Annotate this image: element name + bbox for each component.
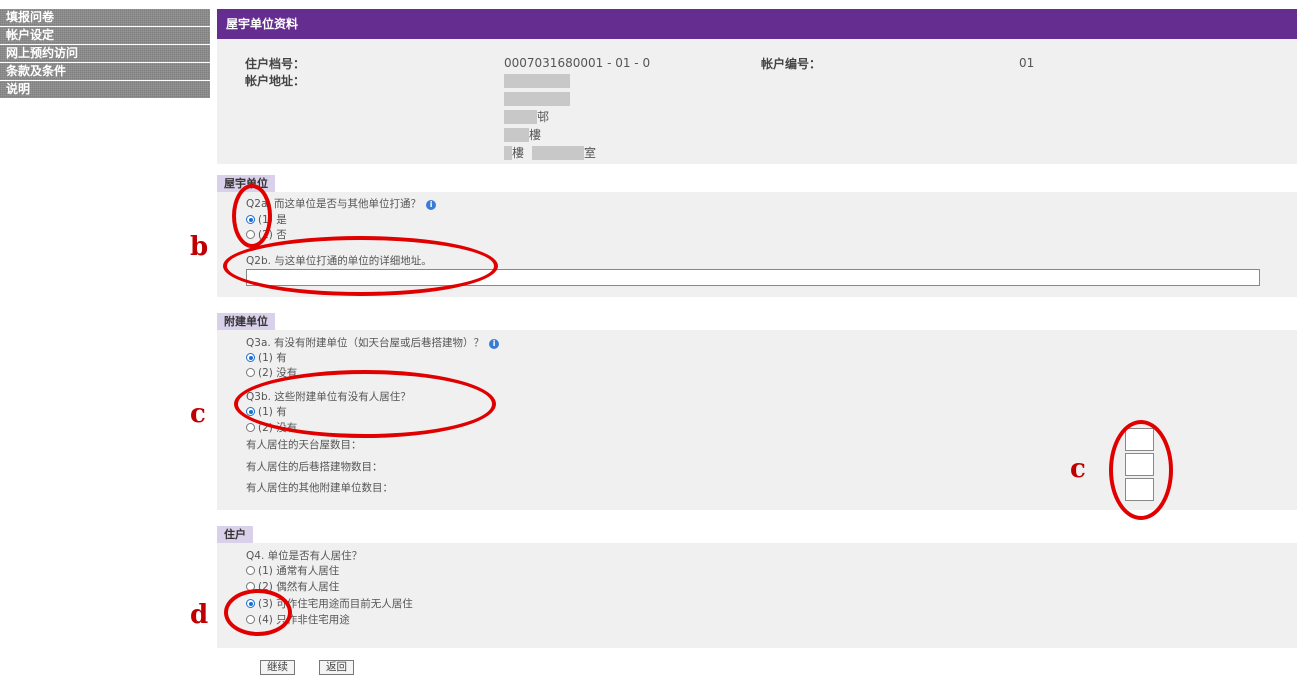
radio-icon[interactable] [246,368,255,377]
annotation-letter-b: b [190,232,209,262]
count-rooftop-label: 有人居住的天台屋数目： [246,439,362,451]
q4-option-1[interactable]: (1) 通常有人居住 [246,565,339,578]
q4-question: Q4. 单位是否有人居住？ [246,550,363,562]
section-tab-household: 住户 [217,526,253,543]
address-line-5: 樓室 [504,146,596,160]
annotation-letter-c-right: c [1070,454,1086,484]
info-icon[interactable]: i [489,339,500,349]
menu-item-questionnaire[interactable]: 填报问卷 [0,9,210,26]
back-button[interactable]: 返回 [319,660,354,675]
radio-icon[interactable] [246,566,255,575]
radio-selected-icon[interactable] [246,353,255,362]
radio-icon[interactable] [246,423,255,432]
annotation-ellipse-q4 [224,589,292,636]
annotation-circle-q2a [232,184,272,248]
section-household: Q4. 单位是否有人居住？ (1) 通常有人居住 (2) 偶然有人居住 (3) … [217,543,1297,648]
q3a-question: Q3a. 有没有附建单位（如天台屋或后巷搭建物）？ i [246,337,500,350]
account-panel: 住户档号： 0007031680001 - 01 - 0 帐户编号： 01 帐户… [217,39,1297,164]
section-tab-annex: 附建单位 [217,313,275,330]
menu-item-online-appointment[interactable]: 网上预约访问 [0,45,210,62]
file-no-value: 0007031680001 - 01 - 0 [504,56,651,70]
info-icon[interactable]: i [426,200,437,210]
annotation-ellipse-counts [1109,420,1173,520]
q3a-option-1[interactable]: (1) 有 [246,352,287,365]
account-no-label: 帐户编号： [761,57,822,71]
file-no-label: 住户档号： [245,57,306,71]
address-line-2 [504,92,570,106]
annotation-letter-d: d [190,600,209,630]
annotation-ellipse-q2b [223,236,498,296]
address-line-3: 邨 [504,110,549,124]
account-no-value: 01 [1019,56,1035,70]
address-line-1 [504,74,570,88]
menu-item-help[interactable]: 说明 [0,81,210,98]
page-title: 屋宇单位资料 [217,9,1297,39]
address-line-4: 樓 [504,128,541,142]
annotation-ellipse-q3b [234,370,496,438]
annotation-letter-c-left: c [190,399,206,429]
count-other-label: 有人居住的其他附建单位数目： [246,482,393,494]
address-label: 帐户地址： [245,74,306,88]
q2a-question: Q2a. 而这单位是否与其他单位打通？ i [246,198,437,211]
continue-button[interactable]: 继续 [260,660,295,675]
menu-item-account-settings[interactable]: 帐户设定 [0,27,210,44]
menu-item-terms[interactable]: 条款及条件 [0,63,210,80]
side-menu: 填报问卷 帐户设定 网上预约访问 条款及条件 说明 [0,9,210,99]
count-backlane-label: 有人居住的后巷搭建物数目： [246,461,383,473]
